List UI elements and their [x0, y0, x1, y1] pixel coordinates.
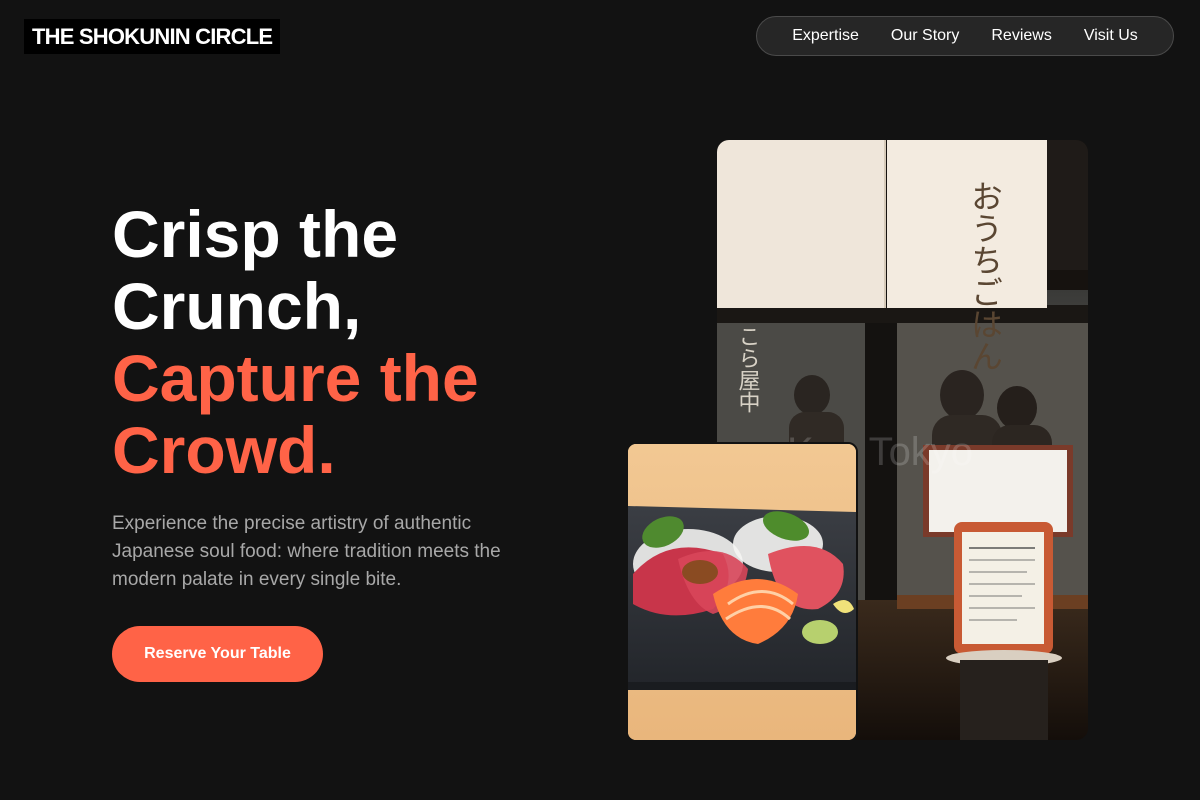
page: THE SHOKUNIN CIRCLE Expertise Our Story …: [0, 0, 1200, 800]
main-nav: Expertise Our Story Reviews Visit Us: [756, 16, 1174, 56]
site-logo[interactable]: THE SHOKUNIN CIRCLE: [24, 19, 281, 54]
headline-line-1: Crisp the: [112, 197, 399, 271]
headline-accent-line-2: Crowd.: [112, 413, 336, 487]
nav-item-expertise[interactable]: Expertise: [792, 27, 859, 45]
nav-item-reviews[interactable]: Reviews: [991, 27, 1051, 45]
headline-line-2: Crunch,: [112, 269, 362, 343]
nav-item-our-story[interactable]: Our Story: [891, 27, 959, 45]
hero-subtext: Experience the precise artistry of authe…: [112, 513, 501, 590]
nav-item-visit-us[interactable]: Visit Us: [1084, 27, 1138, 45]
shop-sign-text: こら屋中: [735, 325, 761, 413]
hero-headline: Crisp the Crunch, Capture the Crowd.: [112, 198, 582, 486]
noren-calligraphy: おうちごはん: [966, 180, 1004, 372]
headline-accent-line-1: Capture the: [112, 341, 479, 415]
sashimi-photo: [626, 442, 858, 742]
reserve-table-button[interactable]: Reserve Your Table: [112, 626, 323, 682]
